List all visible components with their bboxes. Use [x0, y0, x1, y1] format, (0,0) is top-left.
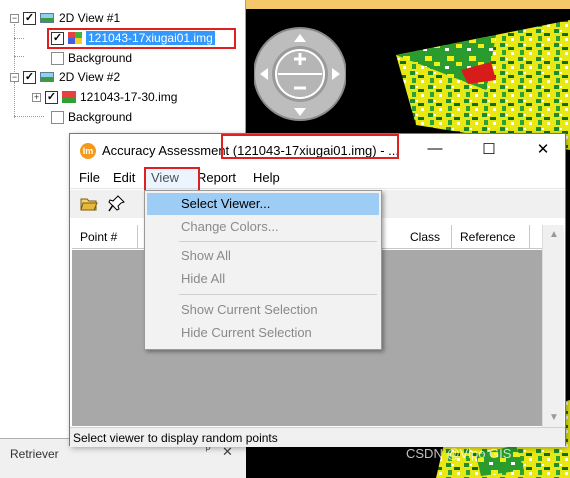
- tree-connector: [14, 38, 24, 39]
- column-class[interactable]: Class: [402, 225, 452, 249]
- tree-connector: [14, 24, 15, 74]
- status-text: Select viewer to display random points: [73, 431, 278, 445]
- close-button[interactable]: ✕: [528, 140, 558, 160]
- watermark: CSDN @Vipo GIS: [406, 446, 512, 461]
- retriever-title: Retriever: [10, 447, 59, 461]
- background-1-checkbox[interactable]: [51, 51, 64, 65]
- scroll-up-icon[interactable]: ▲: [549, 229, 559, 240]
- menu-help[interactable]: Help: [253, 170, 280, 185]
- raster-image-icon: [68, 31, 82, 45]
- collapse-icon[interactable]: −: [10, 72, 19, 82]
- image-1-checkbox[interactable]: ✓: [51, 31, 64, 45]
- maximize-button[interactable]: ☐: [474, 140, 504, 160]
- tree-connector: [14, 116, 44, 117]
- tree-item-label: 2D View #1: [59, 11, 121, 25]
- menu-separator: [179, 294, 377, 295]
- menu-file[interactable]: File: [79, 170, 100, 185]
- background-2-checkbox[interactable]: [51, 110, 64, 124]
- tree-item-label: Background: [68, 110, 133, 124]
- image-top-edge: [246, 0, 570, 9]
- tree-item-label: 121043-17-30.img: [80, 90, 178, 104]
- tree-connector: [14, 82, 15, 118]
- tree-item-label: 121043-17xiugai01.img: [86, 31, 215, 45]
- menu-report[interactable]: Report: [197, 170, 236, 185]
- view-2-checkbox[interactable]: ✓: [23, 70, 36, 84]
- tree-item-image-1[interactable]: ✓ 121043-17xiugai01.img: [51, 30, 215, 46]
- tree-item-2d-view-2[interactable]: − ✓ 2D View #2: [10, 69, 120, 85]
- pin-icon[interactable]: [108, 194, 126, 212]
- dialog-title: Accuracy Assessment (121043-17xiugai01.i…: [102, 143, 399, 158]
- minimize-button[interactable]: —: [420, 140, 450, 160]
- image-2-checkbox[interactable]: ✓: [45, 90, 58, 104]
- menu-item-hide-all[interactable]: Hide All: [147, 268, 379, 290]
- menu-separator: [179, 241, 377, 242]
- tree-item-image-2[interactable]: + ✓ 121043-17-30.img: [32, 89, 177, 105]
- tree-item-2d-view-1[interactable]: − ✓ 2D View #1: [10, 10, 120, 26]
- menu-item-show-current-selection[interactable]: Show Current Selection: [147, 299, 379, 321]
- status-bar: Select viewer to display random points: [70, 427, 565, 447]
- view-dropdown-menu: Select Viewer... Change Colors... Show A…: [144, 190, 382, 350]
- tree-item-background-1[interactable]: Background: [51, 50, 132, 66]
- pan-zoom-navigator[interactable]: [254, 10, 346, 128]
- menu-item-select-viewer[interactable]: Select Viewer...: [147, 193, 379, 215]
- tree-item-label: Background: [68, 51, 133, 65]
- raster-image-icon: [62, 90, 76, 104]
- open-folder-icon[interactable]: [80, 195, 98, 211]
- dialog-titlebar[interactable]: Im Accuracy Assessment (121043-17xiugai0…: [70, 134, 565, 167]
- column-reference[interactable]: Reference: [452, 225, 530, 249]
- menu-item-show-all[interactable]: Show All: [147, 245, 379, 267]
- menu-item-change-colors[interactable]: Change Colors...: [147, 216, 379, 238]
- imagine-app-icon: Im: [80, 143, 96, 159]
- vertical-scrollbar[interactable]: ▲ ▼: [542, 225, 564, 427]
- view-1-checkbox[interactable]: ✓: [23, 11, 36, 25]
- tree-item-label: 2D View #2: [59, 70, 121, 84]
- view-icon: [40, 72, 54, 82]
- menu-edit[interactable]: Edit: [113, 170, 135, 185]
- collapse-icon[interactable]: −: [10, 13, 19, 23]
- menu-item-hide-current-selection[interactable]: Hide Current Selection: [147, 322, 379, 344]
- tree-connector: [14, 56, 24, 57]
- tree-item-background-2[interactable]: Background: [51, 109, 132, 125]
- expand-icon[interactable]: +: [32, 92, 41, 102]
- view-icon: [40, 13, 54, 23]
- scroll-down-icon[interactable]: ▼: [549, 412, 559, 423]
- column-point-number[interactable]: Point #: [72, 225, 138, 249]
